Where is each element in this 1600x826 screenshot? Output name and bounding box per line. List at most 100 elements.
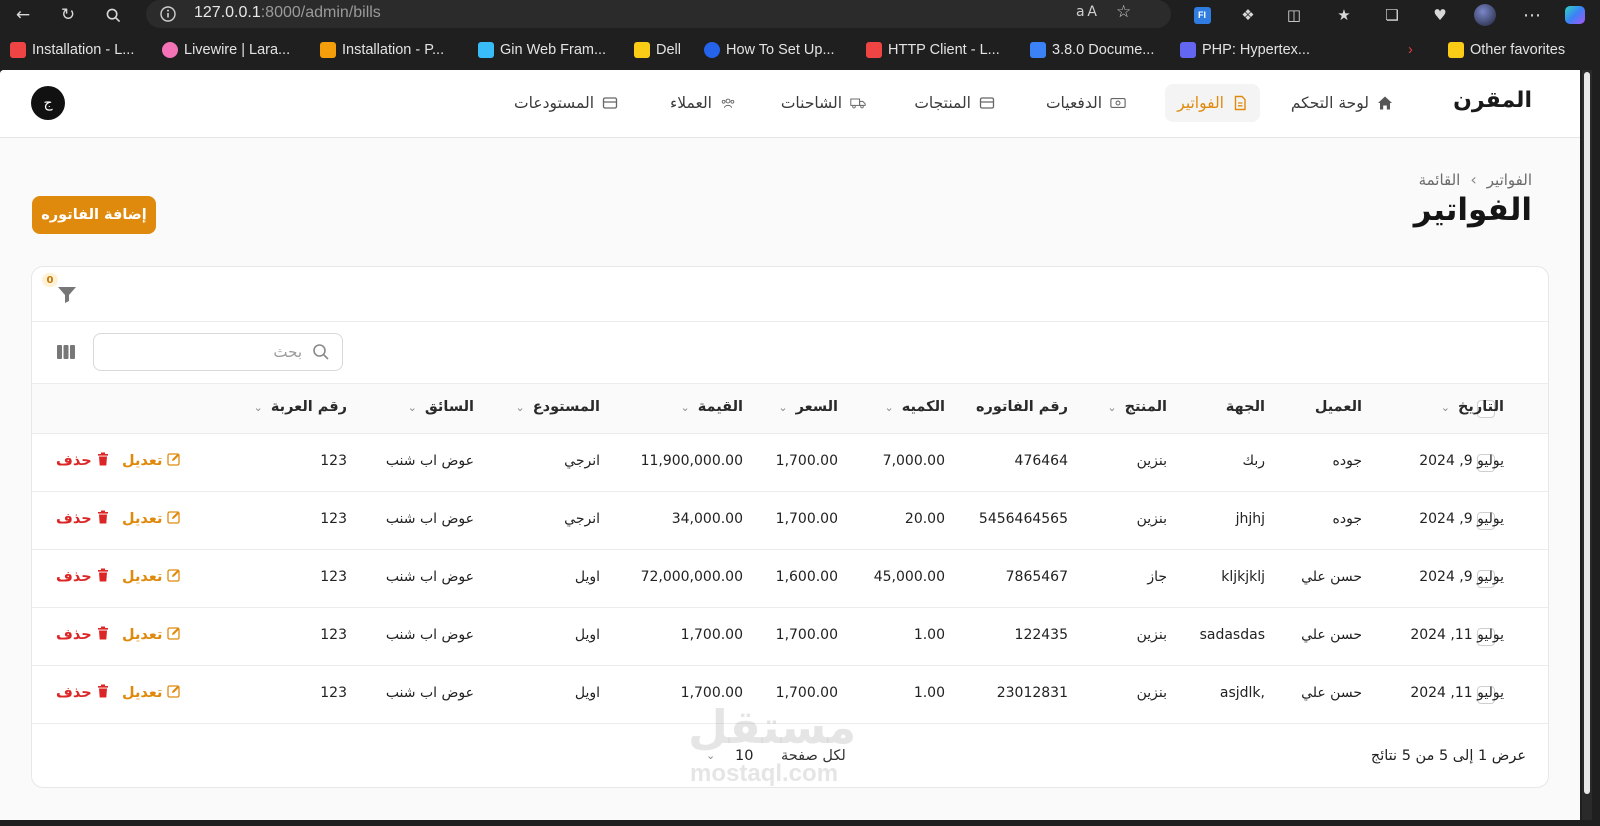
cell-warehouse: انرجي	[564, 511, 600, 527]
cell-date: يوليو 11, 2024	[1410, 685, 1504, 701]
cell-client: حسن علي	[1301, 627, 1362, 643]
column-header-truck-number[interactable]: رقم العربة ⌄	[254, 399, 347, 415]
delete-button[interactable]: حذف	[56, 452, 109, 470]
cell-invoice: 5456464565	[978, 511, 1068, 527]
cell-warehouse: اويل	[574, 685, 600, 701]
column-header-product[interactable]: المنتج ⌄	[1107, 399, 1167, 415]
pencil-square-icon	[167, 452, 181, 470]
reload-icon[interactable]: ↻	[55, 2, 81, 28]
brand-logo[interactable]: المقرن	[1453, 88, 1532, 113]
cell-price: 1,700.00	[775, 453, 838, 469]
column-header-warehouse[interactable]: المستودع ⌄	[516, 399, 600, 415]
extensions-puzzle-icon[interactable]: ❖	[1236, 3, 1260, 27]
back-icon[interactable]: ←	[10, 2, 36, 28]
more-options-icon[interactable]: ⋯	[1520, 3, 1544, 27]
cell-price: 1,700.00	[775, 685, 838, 701]
column-header-date[interactable]: التاريخ ⌄	[1441, 399, 1504, 415]
cell-side: ربك	[1242, 453, 1265, 469]
delete-button[interactable]: حذف	[56, 684, 109, 702]
cell-value: 34,000.00	[671, 511, 743, 527]
truck-icon	[850, 95, 866, 111]
nav-item-warehouses[interactable]: المستودعات	[502, 84, 630, 122]
cell-date: يوليو 11, 2024	[1410, 627, 1504, 643]
cell-quantity: 7,000.00	[882, 453, 945, 469]
copilot-icon[interactable]	[1563, 3, 1587, 27]
split-screen-icon[interactable]: ◫	[1282, 3, 1306, 27]
user-avatar[interactable]: ج	[31, 86, 65, 120]
bookmarks-overflow-chevron-icon[interactable]: ›	[1408, 38, 1413, 62]
column-toggle-icon[interactable]	[56, 344, 76, 362]
bookmark-item[interactable]: How To Set Up...	[704, 38, 835, 62]
filter-funnel-icon[interactable]	[56, 283, 78, 305]
edit-button[interactable]: تعديل	[122, 510, 181, 528]
scrollbar-thumb[interactable]	[1584, 72, 1590, 794]
extension-icon[interactable]: FI	[1190, 3, 1214, 27]
breadcrumb-chevron-icon: ›	[1470, 170, 1477, 189]
bookmark-favicon-icon	[704, 42, 720, 58]
bookmark-item[interactable]: Gin Web Fram...	[478, 38, 606, 62]
search-input[interactable]: بحث	[93, 333, 343, 371]
collections-icon[interactable]: ❏	[1380, 3, 1404, 27]
delete-button[interactable]: حذف	[56, 510, 109, 528]
cell-invoice: 23012831	[996, 685, 1068, 701]
cell-invoice: 122435	[1014, 627, 1068, 643]
table-row[interactable]: يوليو 9, 2024 جوده jhjhj بنزين 545646456…	[32, 492, 1548, 550]
breadcrumb-root-link[interactable]: الفواتير	[1487, 171, 1532, 189]
table-row[interactable]: يوليو 11, 2024 حسن علي sadasdas بنزين 12…	[32, 608, 1548, 666]
folder-icon	[1448, 42, 1464, 58]
trash-icon	[97, 452, 109, 470]
nav-item-clients[interactable]: العملاء	[658, 84, 748, 122]
nav-item-bills[interactable]: الفواتير	[1165, 84, 1260, 122]
delete-label: حذف	[56, 685, 92, 701]
bookmark-item[interactable]: PHP: Hypertex...	[1180, 38, 1310, 62]
delete-button[interactable]: حذف	[56, 568, 109, 586]
column-label: رقم الفاتوره	[976, 399, 1068, 415]
column-header-value[interactable]: القيمة ⌄	[680, 399, 743, 415]
profile-avatar-icon[interactable]	[1473, 3, 1497, 27]
bookmark-item[interactable]: Dell	[634, 38, 681, 62]
bookmark-item[interactable]: Livewire | Lara...	[162, 38, 290, 62]
edit-button[interactable]: تعديل	[122, 626, 181, 644]
nav-item-trucks[interactable]: الشاحنات	[769, 84, 878, 122]
nav-item-products[interactable]: المنتجات	[902, 84, 1007, 122]
favorites-icon[interactable]: ★	[1332, 3, 1356, 27]
bookmark-label: PHP: Hypertex...	[1202, 42, 1310, 58]
read-aloud-icon[interactable]: a A	[1076, 4, 1097, 20]
column-label: الجهة	[1225, 399, 1265, 415]
bookmark-item[interactable]: 3.8.0 Docume...	[1030, 38, 1154, 62]
edit-button[interactable]: تعديل	[122, 684, 181, 702]
address-bar[interactable]: 127.0.0.1:8000/admin/bills a A ☆	[146, 0, 1171, 28]
edit-button[interactable]: تعديل	[122, 568, 181, 586]
edit-label: تعديل	[122, 685, 163, 701]
favorite-star-icon[interactable]: ☆	[1116, 2, 1131, 22]
other-favorites[interactable]: Other favorites	[1448, 38, 1565, 62]
table-row[interactable]: يوليو 9, 2024 جوده ربك بنزين 476464 7,00…	[32, 434, 1548, 492]
column-label: المنتج	[1124, 399, 1167, 415]
bookmark-favicon-icon	[320, 42, 336, 58]
edit-button[interactable]: تعديل	[122, 452, 181, 470]
cell-quantity: 1.00	[913, 685, 945, 701]
table-row[interactable]: يوليو 9, 2024 حسن علي kljkjklj جاز 78654…	[32, 550, 1548, 608]
bookmark-item[interactable]: HTTP Client - L...	[866, 38, 1000, 62]
bookmark-item[interactable]: Installation - P...	[320, 38, 444, 62]
delete-button[interactable]: حذف	[56, 626, 109, 644]
cell-date: يوليو 9, 2024	[1419, 569, 1504, 585]
nav-item-payments[interactable]: الدفعيات	[1034, 84, 1138, 122]
cell-price: 1,700.00	[775, 511, 838, 527]
cell-value: 11,900,000.00	[640, 453, 743, 469]
nav-label: لوحة التحكم	[1290, 94, 1369, 112]
column-header-quantity[interactable]: الكميه ⌄	[885, 399, 946, 415]
bookmark-label: Gin Web Fram...	[500, 42, 607, 58]
bookmark-label: Dell	[656, 42, 681, 58]
add-bill-button[interactable]: إضافة الفاتوره	[32, 196, 156, 234]
nav-item-dashboard[interactable]: لوحة التحكم	[1279, 84, 1405, 122]
search-bar: بحث	[32, 322, 1548, 384]
column-header-driver[interactable]: السائق ⌄	[408, 399, 474, 415]
nav-label: الشاحنات	[780, 94, 842, 112]
bookmark-item[interactable]: Installation - L...	[10, 38, 134, 62]
site-info-icon[interactable]	[158, 4, 178, 24]
column-header-price[interactable]: السعر ⌄	[778, 399, 838, 415]
cell-price: 1,600.00	[775, 569, 838, 585]
browser-health-icon[interactable]: ♥	[1428, 3, 1452, 27]
search-icon[interactable]	[100, 2, 126, 28]
